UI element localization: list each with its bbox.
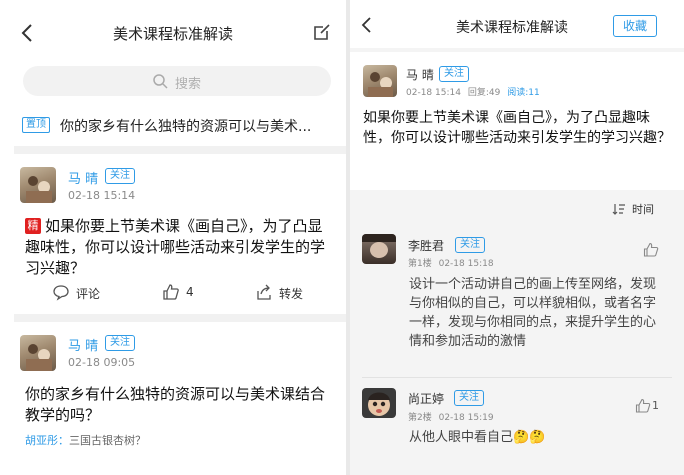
- like-button[interactable]: [643, 242, 673, 260]
- back-button[interactable]: [18, 22, 38, 44]
- pinned-title: 你的家乡有什么独特的资源可以与美术...: [60, 119, 312, 135]
- reply-text: 三国古银杏树？: [69, 434, 146, 447]
- favorite-button[interactable]: 收藏: [613, 15, 657, 37]
- pinned-badge: 置顶: [22, 117, 50, 133]
- share-icon: [257, 284, 271, 300]
- topic-card[interactable]: 马 晴 关注 02-18 09:05 你的家乡有什么独特的资源可以与美术课结合教…: [0, 322, 346, 472]
- commenter-name[interactable]: 尚正婷: [408, 390, 444, 407]
- reply-count: 回复:49: [467, 88, 501, 98]
- post-meta: 02-18 15:14 回复:49 阅读:11: [406, 85, 540, 98]
- avatar[interactable]: [363, 65, 397, 97]
- comment-label: 评论: [76, 287, 101, 301]
- page-title: 美术课程标准解读: [456, 20, 568, 36]
- comment-text: 从他人眼中看自己🤔🤔: [409, 430, 546, 445]
- post-text[interactable]: 你的家乡有什么独特的资源可以与美术课结合教学的吗？: [25, 384, 330, 426]
- nav-bar: 美术课程标准解读 收藏: [350, 0, 684, 48]
- post-time: 02-18 09:05: [68, 356, 136, 369]
- like-count: 1: [652, 399, 659, 412]
- thumbs-up-icon: [643, 242, 659, 257]
- post-time: 02-18 15:14: [406, 88, 461, 98]
- sort-toggle[interactable]: 时间: [612, 201, 672, 217]
- search-placeholder: 搜索: [175, 77, 202, 92]
- compose-button[interactable]: [312, 22, 332, 42]
- comment-text: 设计一个活动讲自己的画上传至网络，发现与你相似的自己，可以样貌相似，或者名字一样…: [409, 277, 657, 349]
- follow-button[interactable]: 关注: [439, 66, 469, 82]
- post-time: 02-18 15:14: [68, 189, 136, 202]
- reply-author: 胡亚彤：: [25, 434, 69, 447]
- share-label: 转发: [279, 287, 304, 301]
- thumbs-up-icon: [163, 284, 179, 300]
- avatar[interactable]: [20, 167, 56, 203]
- comment-item: 李胜君 关注 第1楼 02-18 15:18 设计一个活动讲自己的画上传至网络，…: [350, 222, 684, 374]
- floor-number: 第1楼: [408, 259, 432, 269]
- chevron-left-icon: [21, 24, 32, 42]
- topic-card[interactable]: 马 晴 关注 02-18 15:14 精如果你要上节美术课《画自己》，为了凸显趣…: [0, 154, 346, 314]
- sort-label: 时间: [632, 203, 654, 216]
- thumbs-up-icon: [635, 398, 651, 413]
- follow-button[interactable]: 关注: [105, 335, 135, 351]
- follow-button[interactable]: 关注: [455, 237, 485, 253]
- author-name[interactable]: 马 晴: [68, 168, 98, 187]
- featured-badge: 精: [25, 218, 41, 234]
- post-text: 如果你要上节美术课《画自己》，为了凸显趣味性，你可以设计哪些活动来引发学生的学习…: [363, 110, 671, 146]
- latest-reply[interactable]: 胡亚彤：三国古银杏树？: [25, 432, 146, 448]
- like-count: 4: [186, 285, 194, 299]
- topic-list-screen: 美术课程标准解读 搜索 置顶 你的家乡有什么独特的资源可以与美术... 马 晴 …: [0, 0, 346, 475]
- avatar[interactable]: [20, 335, 56, 371]
- search-input[interactable]: 搜索: [23, 66, 331, 96]
- sort-icon: [612, 204, 625, 215]
- read-count: 阅读:11: [507, 88, 540, 98]
- original-post: 马 晴 关注 02-18 15:14 回复:49 阅读:11 如果你要上节美术课…: [350, 52, 684, 190]
- post-text: 如果你要上节美术课《画自己》，为了凸显趣味性，你可以设计哪些活动来引发学生的学习…: [25, 217, 326, 277]
- comment-item: 尚正婷 关注 第2楼 02-18 15:19 1 从他人眼中看自己🤔🤔: [350, 378, 684, 458]
- author-name[interactable]: 马 晴: [406, 66, 434, 83]
- comment-icon: [53, 285, 69, 301]
- follow-button[interactable]: 关注: [454, 390, 484, 406]
- post-content[interactable]: 精如果你要上节美术课《画自己》，为了凸显趣味性，你可以设计哪些活动来引发学生的学…: [25, 216, 330, 279]
- comment-meta: 第2楼 02-18 15:19: [408, 410, 494, 423]
- like-button[interactable]: 4: [162, 283, 212, 303]
- floor-number: 第2楼: [408, 413, 432, 423]
- follow-button[interactable]: 关注: [105, 168, 135, 184]
- comment-time: 02-18 15:18: [438, 259, 494, 269]
- section-separator: [14, 146, 346, 154]
- topic-detail-screen: 美术课程标准解读 收藏 马 晴 关注 02-18 15:14 回复:49 阅读:…: [350, 0, 684, 475]
- search-icon: [153, 74, 168, 89]
- share-button[interactable]: 转发: [255, 283, 315, 303]
- chevron-left-icon: [361, 17, 371, 33]
- comment-button[interactable]: 评论: [52, 283, 112, 303]
- page-title: 美术课程标准解读: [112, 25, 233, 43]
- avatar[interactable]: [362, 388, 396, 418]
- author-name[interactable]: 马 晴: [68, 335, 98, 354]
- comment-meta: 第1楼 02-18 15:18: [408, 256, 494, 269]
- pinned-topic[interactable]: 置顶 你的家乡有什么独特的资源可以与美术...: [0, 110, 346, 146]
- commenter-name[interactable]: 李胜君: [408, 237, 444, 254]
- section-separator: [14, 314, 346, 322]
- avatar[interactable]: [362, 234, 396, 264]
- edit-icon: [314, 24, 330, 40]
- back-button[interactable]: [358, 15, 376, 35]
- comment-time: 02-18 15:19: [438, 413, 494, 423]
- like-button[interactable]: 1: [635, 398, 675, 416]
